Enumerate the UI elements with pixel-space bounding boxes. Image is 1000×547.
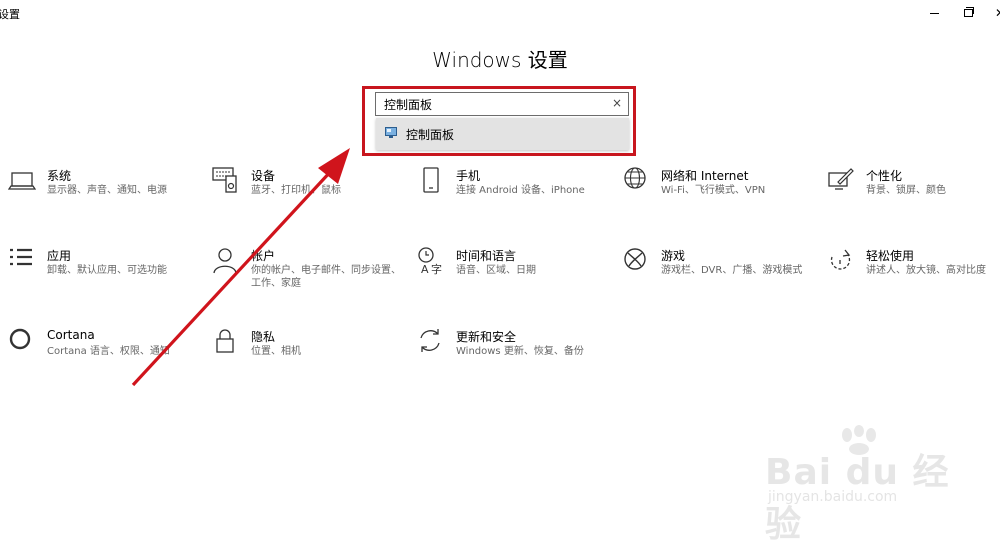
tile-apps[interactable]: 应用 卸载、默认应用、可选功能 <box>8 247 208 307</box>
tile-name: 设备 <box>251 169 276 183</box>
restore-icon <box>963 7 974 17</box>
tile-accounts[interactable]: 帐户 你的帐户、电子邮件、同步设置、工作、家庭 <box>212 247 412 307</box>
tile-name: Cortana <box>47 328 95 342</box>
apps-icon <box>10 248 32 266</box>
watermark-url: jingyan.baidu.com <box>768 489 898 505</box>
minimize-icon <box>929 12 939 14</box>
tile-ease-of-access[interactable]: 轻松使用 讲述人、放大镜、高对比度 <box>827 247 1000 307</box>
baidu-watermark: Bai du 经验 jingyan.baidu.com <box>765 425 985 545</box>
tile-desc: 连接 Android 设备、iPhone <box>456 185 585 196</box>
tile-name: 应用 <box>47 249 72 263</box>
title-bar: 设置 ✕ <box>0 0 1000 28</box>
tile-desc: 你的帐户、电子邮件、同步设置、工作、家庭 <box>251 265 401 289</box>
close-icon: ✕ <box>995 7 1000 19</box>
ease-of-access-icon <box>830 249 851 270</box>
cortana-icon <box>9 328 31 350</box>
tile-update-security[interactable]: 更新和安全 Windows 更新、恢复、备份 <box>417 328 617 388</box>
highlight-annotation <box>362 86 636 156</box>
tile-name: 手机 <box>456 169 481 183</box>
tile-name: 帐户 <box>251 249 276 263</box>
tile-desc: 讲述人、放大镜、高对比度 <box>866 265 986 276</box>
personalization-icon <box>828 168 854 190</box>
sync-icon <box>420 329 440 352</box>
tile-desc: 位置、相机 <box>251 346 301 357</box>
tile-name: 个性化 <box>866 169 903 183</box>
devices-icon <box>212 167 237 193</box>
xbox-icon <box>624 248 646 270</box>
tile-network[interactable]: 网络和 Internet Wi-Fi、飞行模式、VPN <box>622 167 822 227</box>
tile-name: 轻松使用 <box>866 249 915 263</box>
tile-name: 时间和语言 <box>456 249 517 263</box>
tile-desc: Windows 更新、恢复、备份 <box>456 346 584 357</box>
person-icon <box>213 248 237 274</box>
tile-desc: 游戏栏、DVR、广播、游戏模式 <box>661 265 803 276</box>
tile-time-language[interactable]: A 字 时间和语言 语音、区域、日期 <box>417 247 617 307</box>
tile-desc: Cortana 语言、权限、通知 <box>47 346 170 357</box>
tile-desc: 语音、区域、日期 <box>456 265 536 276</box>
tile-personalization[interactable]: 个性化 背景、锁屏、颜色 <box>827 167 1000 227</box>
tile-name: 游戏 <box>661 249 686 263</box>
window-title: 设置 <box>0 8 20 21</box>
svg-text:A: A <box>421 263 429 275</box>
tile-name: 更新和安全 <box>456 330 517 344</box>
restore-button[interactable] <box>958 4 978 22</box>
tile-phone[interactable]: 手机 连接 Android 设备、iPhone <box>417 167 617 227</box>
tile-name: 隐私 <box>251 330 276 344</box>
tile-desc: 卸载、默认应用、可选功能 <box>47 265 167 276</box>
lock-icon <box>216 329 234 353</box>
tile-gaming[interactable]: 游戏 游戏栏、DVR、广播、游戏模式 <box>622 247 822 307</box>
tile-cortana[interactable]: Cortana Cortana 语言、权限、通知 <box>8 328 208 388</box>
minimize-button[interactable] <box>924 4 944 22</box>
tile-desc: 背景、锁屏、颜色 <box>866 185 946 196</box>
tile-name: 系统 <box>47 169 72 183</box>
tile-privacy[interactable]: 隐私 位置、相机 <box>212 328 412 388</box>
tile-desc: 显示器、声音、通知、电源 <box>47 185 167 196</box>
laptop-icon <box>8 172 36 190</box>
globe-icon <box>624 167 646 189</box>
time-language-icon: A 字 <box>418 247 442 275</box>
tile-devices[interactable]: 设备 蓝牙、打印机、鼠标 <box>212 167 412 227</box>
page-title: Windows 设置 <box>432 48 568 72</box>
phone-icon <box>423 167 439 193</box>
tile-name: 网络和 Internet <box>661 169 749 183</box>
tile-desc: Wi-Fi、飞行模式、VPN <box>661 185 766 196</box>
close-button[interactable]: ✕ <box>990 4 1000 22</box>
tile-desc: 蓝牙、打印机、鼠标 <box>251 185 341 196</box>
svg-text:字: 字 <box>431 262 442 275</box>
tile-system[interactable]: 系统 显示器、声音、通知、电源 <box>8 167 208 227</box>
